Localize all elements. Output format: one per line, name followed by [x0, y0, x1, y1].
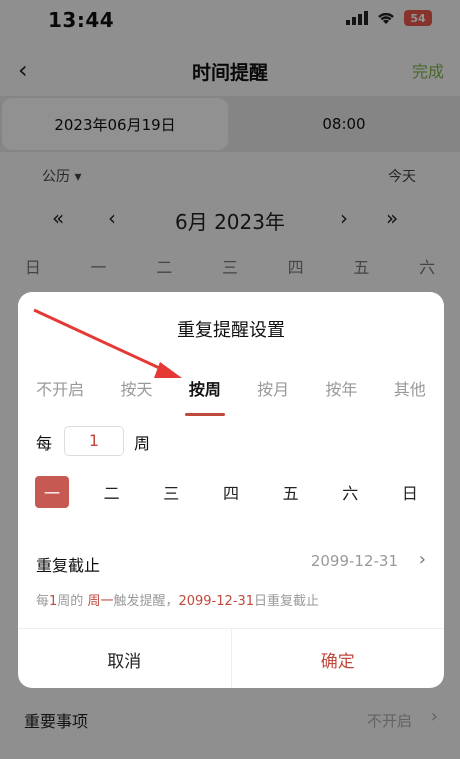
tab-yearly[interactable]: 按年 — [325, 376, 357, 408]
repeat-mode-tabs: 不开启 按天 按周 按月 按年 其他 — [18, 376, 444, 416]
day-sun[interactable]: 日 — [384, 476, 436, 508]
interval-unit: 周 — [134, 434, 151, 453]
chevron-right-icon[interactable]: › — [419, 549, 426, 570]
dialog-footer: 取消 确定 — [18, 628, 444, 688]
summary-text: 每 — [36, 594, 50, 609]
confirm-button[interactable]: 确定 — [232, 629, 445, 688]
tab-daily[interactable]: 按天 — [120, 376, 152, 408]
weekday-picker: 一 二 三 四 五 六 日 — [26, 476, 436, 508]
dialog-title: 重复提醒设置 — [177, 320, 285, 341]
summary-day: 周一 — [87, 594, 114, 609]
day-fri[interactable]: 五 — [265, 476, 317, 508]
summary-text: 触发提醒， — [113, 594, 179, 609]
tab-off[interactable]: 不开启 — [36, 376, 84, 408]
summary-date: 2099-12-31 — [178, 594, 255, 609]
repeat-summary: 每1周的 周一触发提醒，2099-12-31日重复截止 — [36, 590, 319, 609]
repeat-end-label[interactable]: 重复截止 — [36, 552, 100, 576]
cancel-button[interactable]: 取消 — [18, 629, 232, 688]
repeat-settings-dialog: 重复提醒设置 不开启 按天 按周 按月 按年 其他 每 1 周 一 二 三 四 … — [18, 292, 444, 688]
summary-text: 周的 — [57, 594, 88, 609]
day-sat[interactable]: 六 — [324, 476, 376, 508]
tab-weekly[interactable]: 按周 — [184, 376, 225, 416]
every-label: 每 — [36, 434, 53, 453]
day-mon[interactable]: 一 — [35, 476, 69, 508]
tab-monthly[interactable]: 按月 — [257, 376, 289, 408]
repeat-end-date[interactable]: 2099-12-31 — [311, 552, 398, 570]
tab-other[interactable]: 其他 — [394, 376, 426, 408]
interval-input[interactable]: 1 — [64, 426, 124, 456]
day-thu[interactable]: 四 — [205, 476, 257, 508]
summary-text: 日重复截止 — [254, 594, 320, 609]
day-tue[interactable]: 二 — [86, 476, 138, 508]
day-wed[interactable]: 三 — [145, 476, 197, 508]
